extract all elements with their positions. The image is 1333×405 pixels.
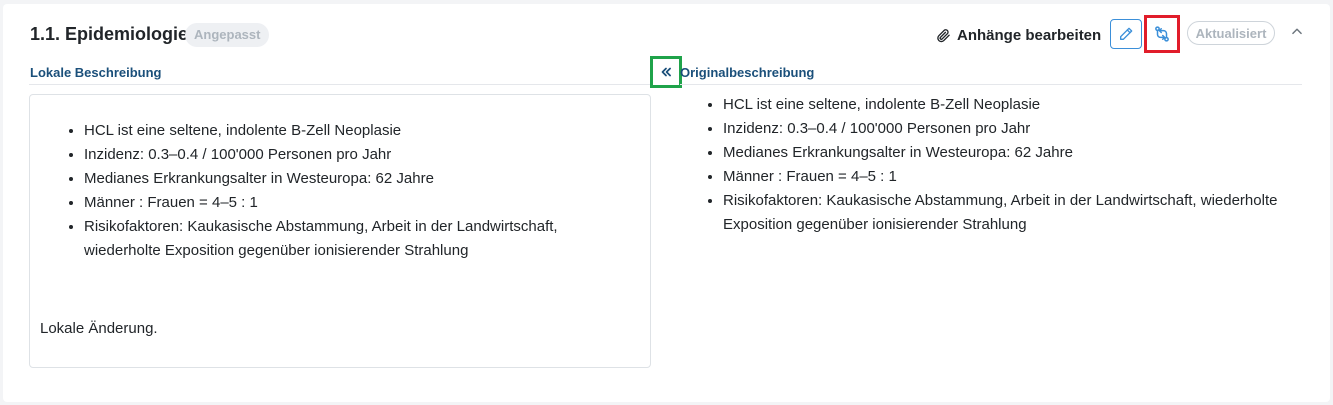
list-item: Medianes Erkrankungsalter in Westeuropa:… [84,167,614,191]
list-item: HCL ist eine seltene, indolente B-Zell N… [723,93,1313,117]
local-description-editor[interactable]: HCL ist eine seltene, indolente B-Zell N… [29,94,651,368]
compare-arrows-icon [1155,26,1169,42]
section-title: 1.1. Epidemiologie [30,24,189,44]
list-item: Männer : Frauen = 4–5 : 1 [84,191,614,215]
status-badge: Angepasst [185,23,270,47]
local-change-note: Lokale Änderung. [40,320,158,337]
local-bullet-list: HCL ist eine seltene, indolente B-Zell N… [84,119,614,263]
list-item: Risikofaktoren: Kaukasische Abstammung, … [723,189,1313,237]
list-item: Männer : Frauen = 4–5 : 1 [723,165,1313,189]
copy-original-button[interactable] [650,56,682,88]
local-description-label: Lokale Beschreibung [30,65,162,80]
collapse-button[interactable] [1287,21,1307,41]
compare-button[interactable] [1144,15,1180,53]
edit-attachments-button[interactable]: Anhänge bearbeiten [936,23,1101,47]
edit-button[interactable] [1110,19,1142,49]
original-divider [680,84,1302,85]
original-bullet-list: HCL ist eine seltene, indolente B-Zell N… [723,93,1313,237]
list-item: Inzidenz: 0.3–0.4 / 100'000 Personen pro… [723,117,1313,141]
chevron-up-icon [1292,28,1302,35]
original-description-label: Originalbeschreibung [680,65,815,80]
paperclip-icon [937,28,950,42]
updated-button[interactable]: Aktualisiert [1187,21,1275,45]
list-item: Medianes Erkrankungsalter in Westeuropa:… [723,141,1313,165]
list-item: Inzidenz: 0.3–0.4 / 100'000 Personen pro… [84,143,614,167]
pencil-icon [1120,27,1133,40]
double-chevron-left-icon [661,67,671,77]
local-divider [29,84,651,85]
list-item: HCL ist eine seltene, indolente B-Zell N… [84,119,614,143]
edit-attachments-label: Anhänge bearbeiten [957,26,1102,44]
list-item: Risikofaktoren: Kaukasische Abstammung, … [84,215,614,263]
section-card: 1.1. Epidemiologie Angepasst Anhänge bea… [3,4,1330,402]
section-header: 1.1. Epidemiologie Angepasst Anhänge bea… [30,15,1303,53]
